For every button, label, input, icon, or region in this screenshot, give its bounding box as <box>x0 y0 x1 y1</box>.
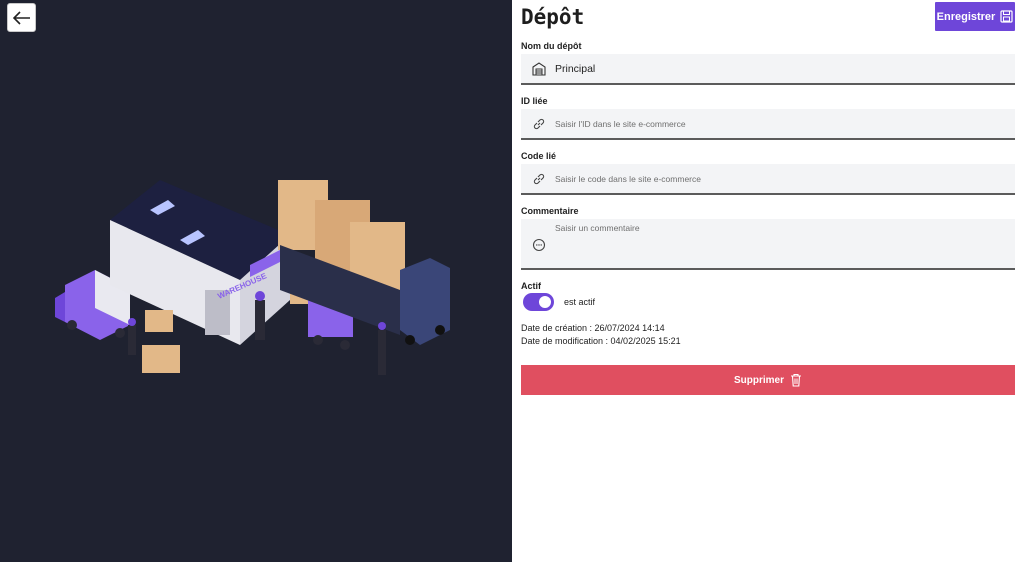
depot-name-field[interactable]: Principal <box>521 54 1015 85</box>
depot-form-panel: Dépôt Enregistrer Nom du dépôt Principal… <box>512 0 1024 562</box>
linked-id-placeholder: Saisir l'ID dans le site e-commerce <box>555 118 686 129</box>
active-toggle[interactable] <box>523 293 554 311</box>
comment-placeholder: Saisir un commentaire <box>555 223 640 233</box>
linked-id-input[interactable]: Saisir l'ID dans le site e-commerce <box>521 109 1015 140</box>
modification-date: Date de modification : 04/02/2025 15:21 <box>521 336 681 346</box>
illustration-panel: WAREHOUSE <box>0 0 512 562</box>
creation-date: Date de création : 26/07/2024 14:14 <box>521 323 665 333</box>
depot-name-value: Principal <box>555 62 596 75</box>
linked-code-placeholder: Saisir le code dans le site e-commerce <box>555 173 701 184</box>
linked-code-label: Code lié <box>521 151 557 161</box>
warehouse-icon <box>531 61 547 77</box>
back-button[interactable] <box>7 3 36 32</box>
linked-code-input[interactable]: Saisir le code dans le site e-commerce <box>521 164 1015 195</box>
linked-id-label: ID liée <box>521 96 548 106</box>
trash-icon <box>791 373 801 387</box>
warehouse-illustration: WAREHOUSE <box>55 180 450 375</box>
save-button[interactable]: Enregistrer <box>935 2 1015 31</box>
arrow-left-icon <box>12 10 30 25</box>
delete-button-label: Supprimer <box>733 374 784 386</box>
link-icon <box>531 171 547 187</box>
name-label: Nom du dépôt <box>521 41 582 51</box>
comment-textarea[interactable]: Saisir un commentaire <box>521 219 1015 270</box>
toggle-knob <box>539 296 551 308</box>
floppy-disk-icon <box>1000 10 1013 23</box>
delete-button[interactable]: Supprimer <box>521 365 1015 395</box>
save-button-label: Enregistrer <box>936 10 996 23</box>
active-label: Actif <box>521 281 541 291</box>
active-toggle-label: est actif <box>564 297 596 307</box>
page-title: Dépôt <box>521 5 585 29</box>
chat-bubble-icon <box>531 237 547 253</box>
link-icon <box>531 116 547 132</box>
comment-label: Commentaire <box>521 206 579 216</box>
